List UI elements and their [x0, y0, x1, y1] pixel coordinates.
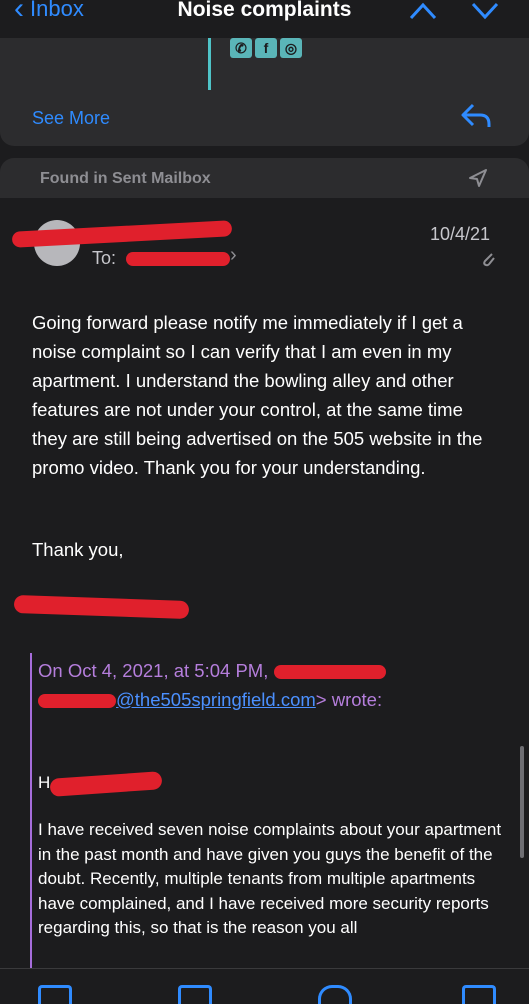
quote-bar	[30, 653, 38, 973]
compose-icon[interactable]	[462, 985, 496, 1004]
scrollbar[interactable]	[520, 746, 524, 858]
message-card: Found in Sent Mailbox To: › 10/4/21 Goin…	[0, 158, 529, 1000]
chevron-right-icon[interactable]: ›	[230, 244, 237, 267]
message-body: Going forward please notify me immediate…	[32, 312, 483, 478]
delete-icon[interactable]	[38, 985, 72, 1004]
found-in-mailbox: Found in Sent Mailbox	[40, 170, 211, 187]
to-label: To:	[92, 248, 117, 268]
previous-message-icon[interactable]	[408, 0, 438, 22]
bottom-toolbar	[0, 968, 529, 1004]
reply-icon[interactable]	[460, 102, 492, 130]
quote-body: I have received seven noise complaints a…	[38, 820, 502, 937]
instagram-icon[interactable]: ◎	[280, 38, 302, 58]
message-date: 10/4/21	[430, 224, 491, 244]
mailbox-strip: Found in Sent Mailbox	[0, 158, 529, 198]
quote-date-line: On Oct 4, 2021, at 5:04 PM,	[38, 660, 269, 681]
quote-greeting: H	[38, 773, 51, 792]
navigation-bar: ‹ Inbox Noise complaints	[0, 0, 529, 38]
quote-header: On Oct 4, 2021, at 5:04 PM, @the505sprin…	[38, 656, 508, 714]
redacted-recipient	[126, 252, 230, 266]
quote-wrote: > wrote:	[315, 689, 383, 710]
social-icons: ✆ f ◎	[230, 38, 302, 58]
facebook-icon[interactable]: f	[255, 38, 277, 58]
folder-icon[interactable]	[178, 985, 212, 1004]
redacted-quote-sender	[273, 665, 386, 680]
see-more-link[interactable]: See More	[32, 108, 110, 129]
attachment-icon	[483, 253, 495, 267]
redacted-signature	[13, 594, 190, 620]
redacted-greeting-name	[49, 771, 163, 797]
thread-title: Noise complaints	[177, 0, 352, 21]
previous-message-card: ✆ f ◎ See More	[0, 38, 529, 146]
redacted-quote-email	[38, 694, 116, 709]
signature-divider	[208, 38, 211, 90]
send-icon	[469, 169, 487, 187]
reply-toolbar-icon[interactable]	[318, 985, 352, 1004]
closing: Thank you,	[32, 539, 124, 560]
phone-icon[interactable]: ✆	[230, 38, 252, 58]
email-link[interactable]: @the505springfield.com	[116, 689, 316, 710]
next-message-icon[interactable]	[470, 0, 500, 22]
